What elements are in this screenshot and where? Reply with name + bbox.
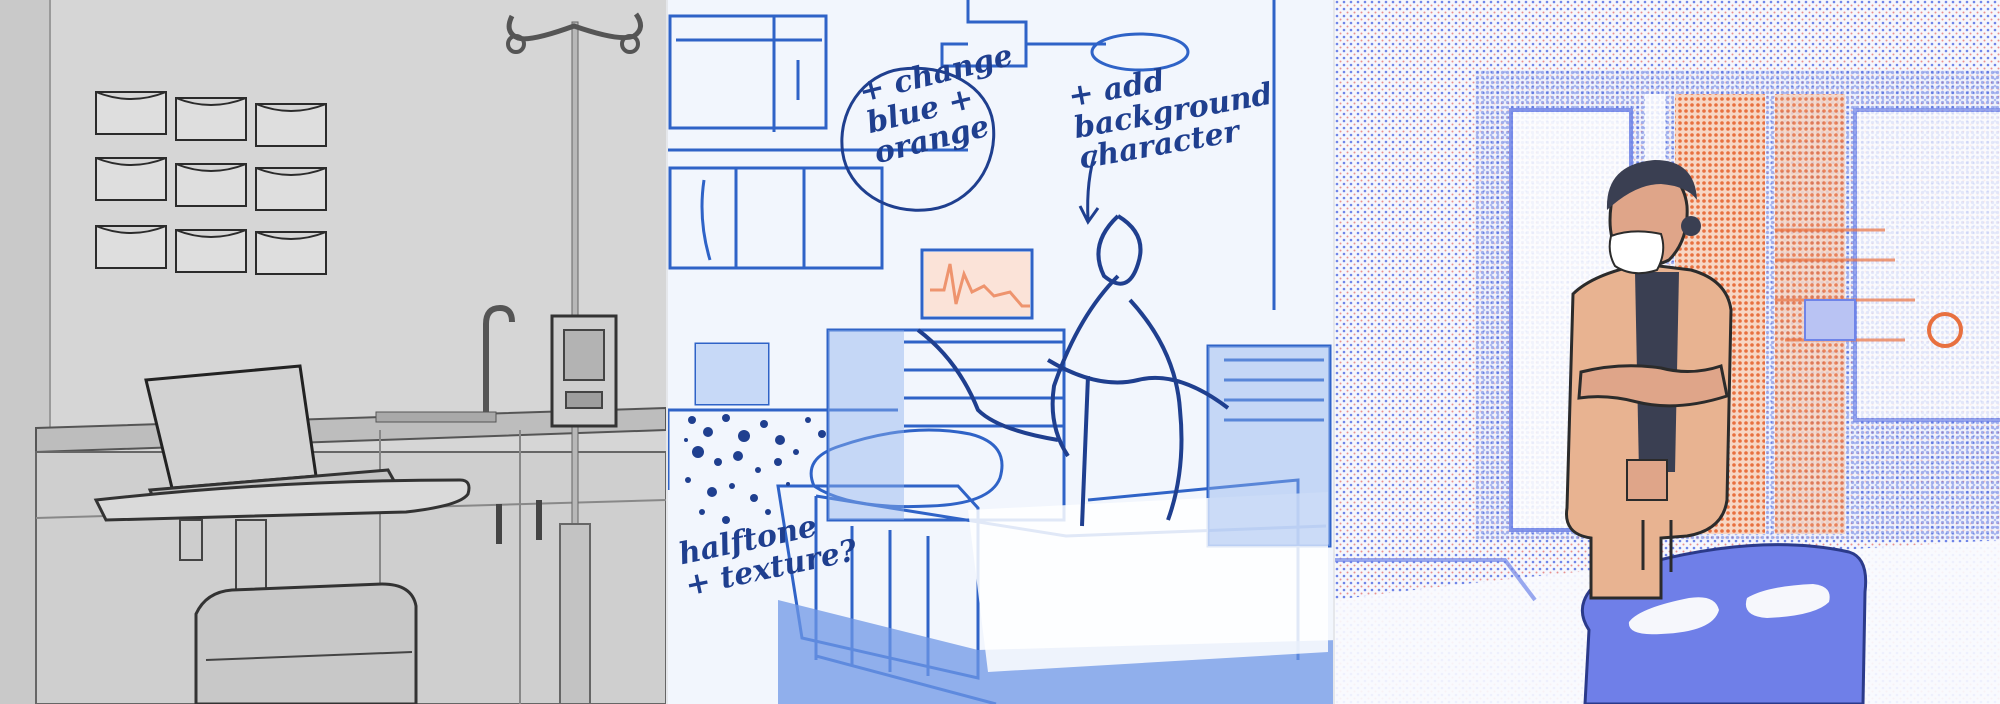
panel-3d-render xyxy=(0,0,666,704)
halftone-window xyxy=(1475,70,2000,540)
coat-pocket xyxy=(1626,459,1668,501)
panel-final-halftone xyxy=(1333,0,2000,704)
illustration-process-triptych: + change blue + orange + add background … xyxy=(0,0,2000,704)
hair-bun xyxy=(1681,216,1701,236)
wall-file-holders xyxy=(95,91,327,275)
panel-blue-sketch: + change blue + orange + add background … xyxy=(666,0,1335,704)
bedside-cabinet xyxy=(194,582,418,704)
render-scene xyxy=(0,0,666,704)
face-mask xyxy=(1608,230,1665,275)
sketch-monitor-screen xyxy=(924,252,1030,316)
final-scene xyxy=(1335,0,2000,704)
